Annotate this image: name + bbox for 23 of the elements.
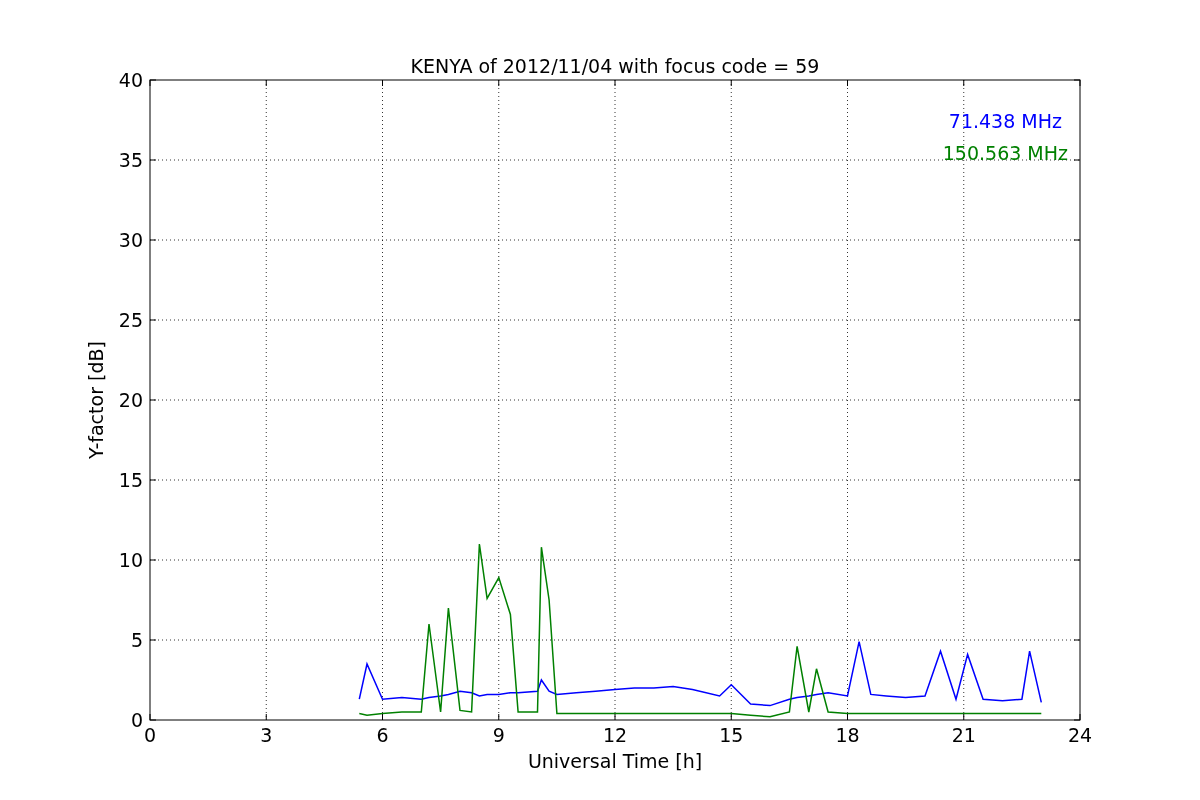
legend-label: 150.563 MHz <box>942 142 1068 164</box>
tick-label: 0 <box>130 709 143 731</box>
tick-label: 3 <box>260 724 273 746</box>
tick-label: 40 <box>118 69 143 91</box>
axis-label: Y-factor [dB] <box>85 341 107 459</box>
tick-label: 15 <box>719 724 744 746</box>
tick-label: 20 <box>118 389 143 411</box>
tick-label: 0 <box>143 724 157 746</box>
tick-label: 12 <box>602 724 628 746</box>
tick-label: 9 <box>492 724 505 746</box>
tick-label: 21 <box>951 724 976 746</box>
tick-label: 25 <box>118 309 143 331</box>
tick-label: 30 <box>118 229 143 251</box>
axis-label: Universal Time [h] <box>527 750 703 772</box>
tick-label: 35 <box>118 149 143 171</box>
legend-label: 71.438 MHz <box>948 110 1062 132</box>
tick-label: 24 <box>1067 724 1093 746</box>
chart-title: KENYA of 2012/11/04 with focus code = 59 <box>410 55 820 77</box>
tick-label: 6 <box>376 724 389 746</box>
tick-label: 18 <box>835 724 860 746</box>
tick-label: 5 <box>130 629 143 651</box>
tick-label: 15 <box>118 469 143 491</box>
tick-label: 10 <box>118 549 143 571</box>
